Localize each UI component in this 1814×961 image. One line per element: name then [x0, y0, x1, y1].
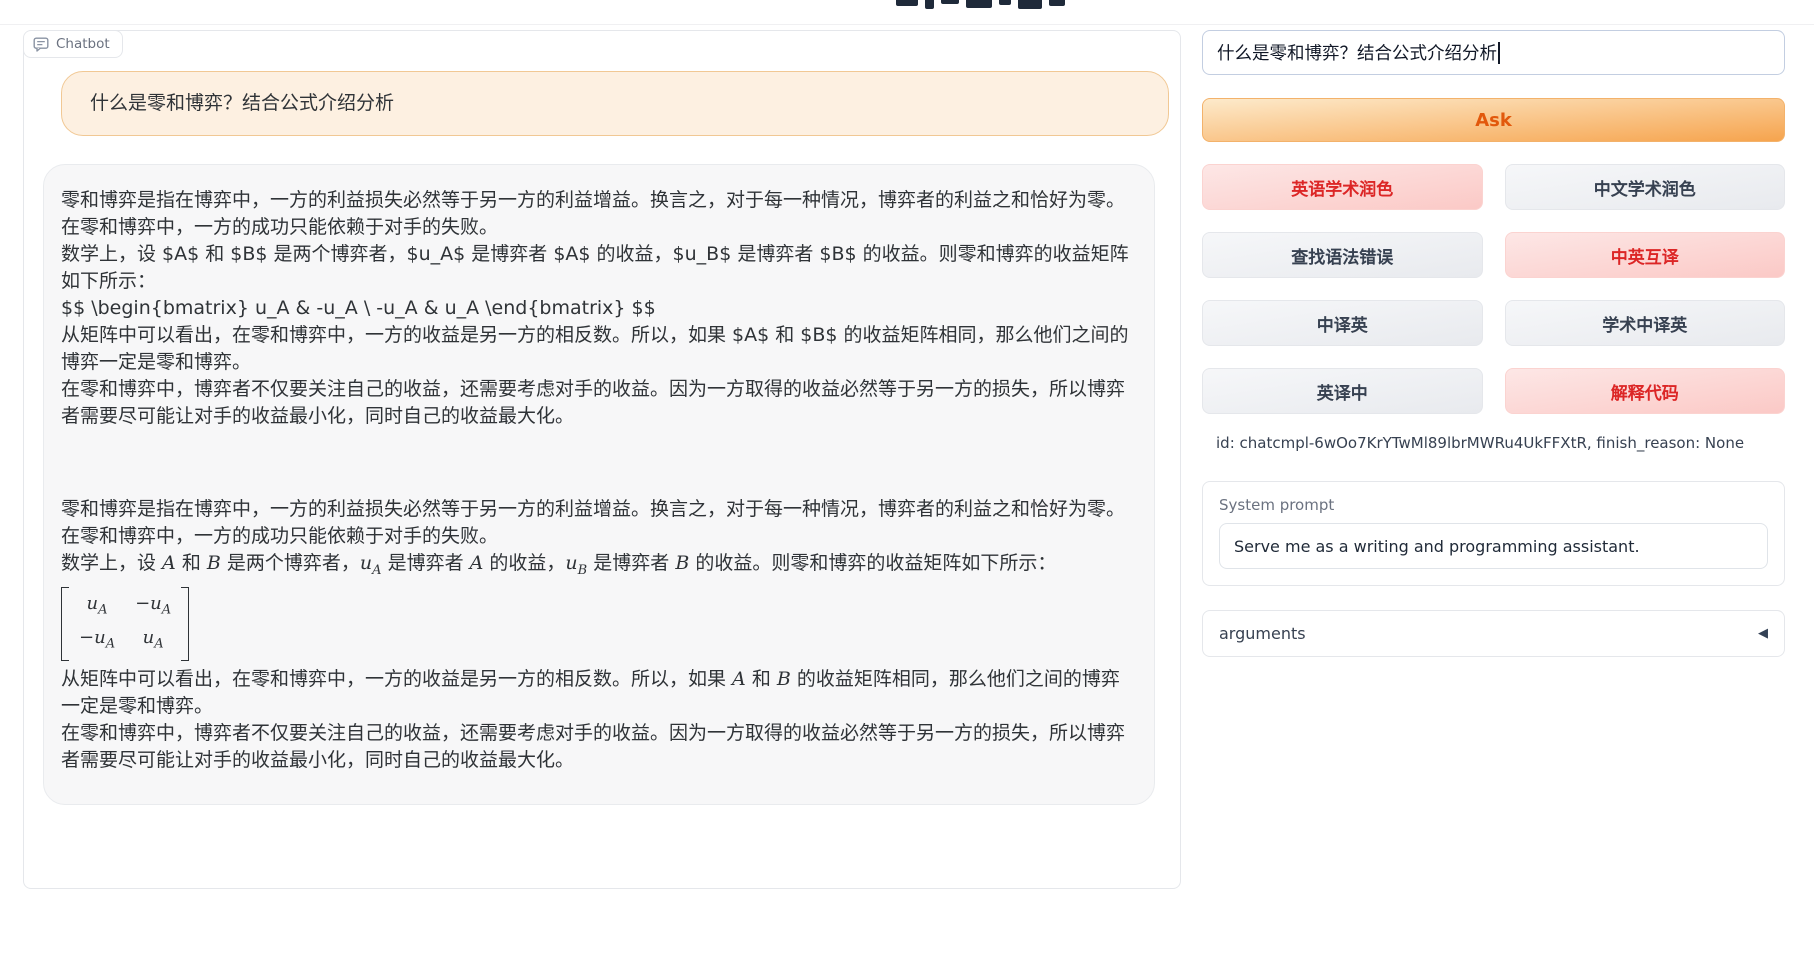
main-layout: Chatbot 什么是零和博弈？结合公式介绍分析 零和博弈是指在博弈中，一方的利…: [23, 30, 1785, 889]
system-prompt-label: System prompt: [1219, 496, 1768, 514]
bot-message-bubble[interactable]: 零和博弈是指在博弈中，一方的利益损失必然等于另一方的利益增益。换言之，对于每一种…: [43, 164, 1155, 805]
bot-message-paragraph: 零和博弈是指在博弈中，一方的利益损失必然等于另一方的利益增益。换言之，对于每一种…: [61, 496, 1130, 550]
chat-bubble-icon: [33, 37, 49, 52]
chatbot-label-text: Chatbot: [56, 36, 110, 52]
chatbot-label: Chatbot: [23, 30, 123, 58]
text-caret: [1498, 42, 1500, 64]
matrix-cell: uA: [79, 590, 115, 624]
status-line: id: chatcmpl-6wOo7KrYTwMl89lbrMWRu4UkFFX…: [1202, 434, 1785, 452]
chat-messages: 什么是零和博弈？结合公式介绍分析 零和博弈是指在博弈中，一方的利益损失必然等于另…: [24, 31, 1180, 825]
control-column: 什么是零和博弈？结合公式介绍分析 Ask 英语学术润色中文学术润色查找语法错误中…: [1202, 30, 1785, 889]
paragraph-spacer: [61, 430, 1130, 496]
user-message-text: 什么是零和博弈？结合公式介绍分析: [90, 92, 394, 114]
app-page: Chatbot 什么是零和博弈？结合公式介绍分析 零和博弈是指在博弈中，一方的利…: [0, 0, 1814, 961]
ask-button[interactable]: Ask: [1202, 98, 1785, 142]
function-button-7[interactable]: 解释代码: [1505, 368, 1786, 414]
bot-message-paragraph: 在零和博弈中，博弈者不仅要关注自己的收益，还需要考虑对手的收益。因为一方取得的收…: [61, 720, 1130, 774]
arguments-accordion-label: arguments: [1219, 624, 1306, 643]
arguments-accordion[interactable]: arguments ◀: [1202, 610, 1785, 657]
function-button-6[interactable]: 英译中: [1202, 368, 1483, 414]
matrix-cell: uA: [135, 624, 171, 658]
matrix-cell: −uA: [135, 590, 171, 624]
function-button-3[interactable]: 中英互译: [1505, 232, 1786, 278]
bot-message-paragraph-math: 从矩阵中可以看出，在零和博弈中，一方的收益是另一方的相反数。所以，如果 A 和 …: [61, 666, 1130, 720]
question-input-value: 什么是零和博弈？结合公式介绍分析: [1217, 40, 1497, 65]
question-input[interactable]: 什么是零和博弈？结合公式介绍分析: [1202, 30, 1785, 75]
accordion-collapsed-icon: ◀: [1758, 626, 1768, 641]
function-button-grid: 英语学术润色中文学术润色查找语法错误中英互译中译英学术中译英英译中解释代码: [1202, 164, 1785, 414]
top-divider: [0, 24, 1814, 25]
bot-message-paragraph: 零和博弈是指在博弈中，一方的利益损失必然等于另一方的利益增益。换言之，对于每一种…: [61, 187, 1130, 430]
page-title-clipped: [896, 0, 1065, 10]
system-prompt-group: System prompt Serve me as a writing and …: [1202, 481, 1785, 586]
function-button-1[interactable]: 中文学术润色: [1505, 164, 1786, 210]
function-button-5[interactable]: 学术中译英: [1505, 300, 1786, 346]
system-prompt-value: Serve me as a writing and programming as…: [1234, 537, 1640, 556]
payoff-matrix: uA−uA−uAuA: [61, 587, 1130, 661]
chatbot-column: Chatbot 什么是零和博弈？结合公式介绍分析 零和博弈是指在博弈中，一方的利…: [23, 30, 1181, 889]
chatbot-panel: Chatbot 什么是零和博弈？结合公式介绍分析 零和博弈是指在博弈中，一方的利…: [23, 30, 1181, 889]
function-button-2[interactable]: 查找语法错误: [1202, 232, 1483, 278]
user-message-bubble[interactable]: 什么是零和博弈？结合公式介绍分析: [61, 71, 1169, 136]
bot-message-paragraph-math: 数学上，设 A 和 B 是两个博弈者，uA 是博弈者 A 的收益，uB 是博弈者…: [61, 550, 1130, 584]
function-button-0[interactable]: 英语学术润色: [1202, 164, 1483, 210]
system-prompt-input[interactable]: Serve me as a writing and programming as…: [1219, 523, 1768, 569]
function-button-4[interactable]: 中译英: [1202, 300, 1483, 346]
matrix-cell: −uA: [79, 624, 115, 658]
